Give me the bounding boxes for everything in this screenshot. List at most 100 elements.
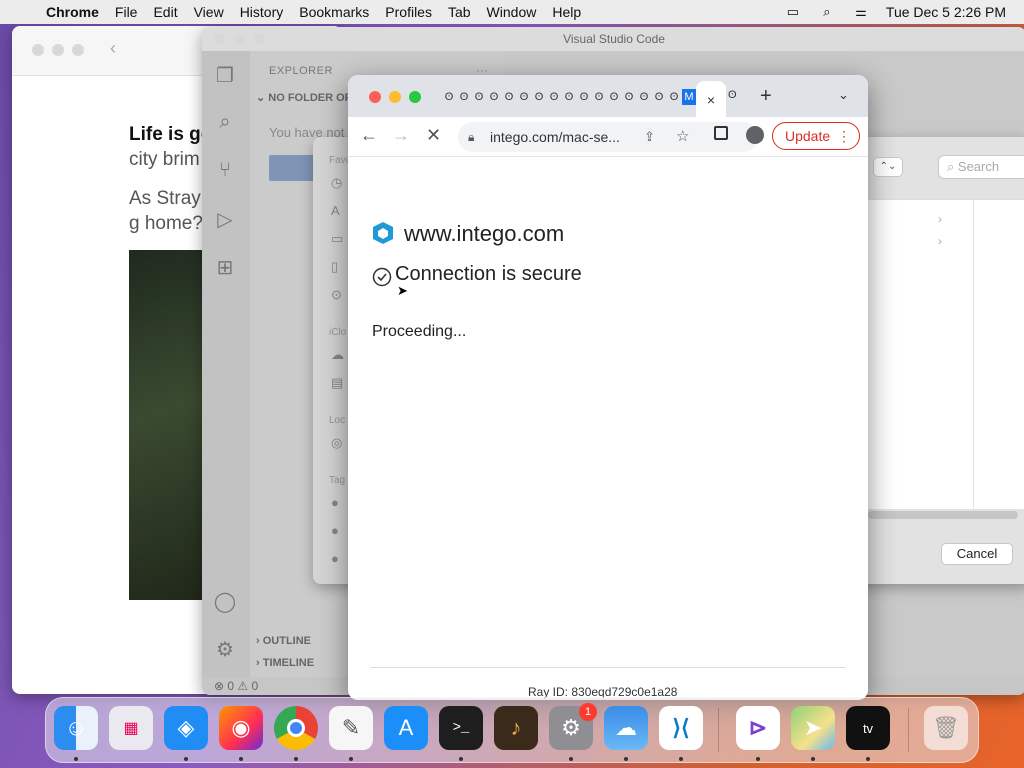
visual-studio-app-icon[interactable]: ⊳ [736, 706, 780, 750]
menu-profiles[interactable]: Profiles [377, 4, 440, 20]
share-icon[interactable]: ⇪ [644, 122, 655, 152]
tag-dot-icon[interactable]: ● [331, 523, 339, 538]
bookmark-star-icon[interactable]: ☆ [676, 122, 689, 152]
tab-item[interactable]: ʘ [532, 89, 546, 105]
menu-edit[interactable]: Edit [145, 4, 185, 20]
tab-item[interactable]: ʘ [517, 89, 531, 105]
vscode-zoom-button[interactable] [254, 34, 265, 45]
tab-item[interactable]: ʘ [607, 89, 621, 105]
menu-window[interactable]: Window [479, 4, 545, 20]
chrome-close-button[interactable] [369, 91, 381, 103]
search-icon[interactable]: ⌕ [212, 111, 238, 137]
tab-item[interactable]: ʘ [442, 89, 456, 105]
timeline-section[interactable]: › TIMELINE [256, 657, 314, 669]
back-icon[interactable]: ← [360, 125, 378, 146]
account-icon[interactable]: ◯ [212, 589, 238, 615]
problems-status[interactable]: ⊗ 0 ⚠ 0 [214, 679, 258, 693]
documents-icon[interactable]: ▯ [331, 259, 338, 275]
screen-mirror-icon[interactable]: ▭ [776, 4, 810, 20]
chrome-app-icon[interactable] [274, 706, 318, 750]
trash-icon[interactable]: 🗑︎ [924, 706, 968, 750]
close-button[interactable] [32, 44, 44, 56]
terminal-app-icon[interactable]: >_ [439, 706, 483, 750]
menu-tab[interactable]: Tab [440, 4, 479, 20]
tab-item[interactable]: ʘ [562, 89, 576, 105]
tab-item[interactable]: ʘ [667, 89, 681, 105]
cancel-button[interactable]: Cancel [941, 543, 1013, 565]
run-debug-icon[interactable]: ▷ [212, 207, 238, 233]
horizontal-scrollbar[interactable] [868, 511, 1018, 519]
vscode-close-button[interactable] [214, 34, 225, 45]
menu-history[interactable]: History [232, 4, 292, 20]
menu-bookmarks[interactable]: Bookmarks [291, 4, 377, 20]
proceeding-text: Proceeding... [372, 323, 467, 340]
extensions-icon[interactable]: ⊞ [212, 255, 238, 281]
profile-avatar-icon[interactable] [746, 126, 764, 144]
side-panel-icon[interactable] [714, 126, 728, 140]
tag-dot-icon[interactable]: ● [331, 551, 339, 566]
address-bar[interactable]: 🔒︎ intego.com/mac-se... ⇪ ☆ [458, 122, 758, 152]
new-tab-icon[interactable]: + [760, 85, 772, 108]
tab-list: ʘ ʘ ʘ ʘ ʘ ʘ ʘ ʘ ʘ ʘ ʘ ʘ ʘ ʘ ʘ ʘ M [442, 89, 696, 105]
maps-app-icon[interactable]: ➤ [791, 706, 835, 750]
tab-item[interactable]: ʘ [637, 89, 651, 105]
outline-section[interactable]: › OUTLINE [256, 635, 311, 647]
shared-folder-icon[interactable]: ▤ [331, 375, 343, 391]
applications-icon[interactable]: A [331, 203, 340, 218]
menubar-clock[interactable]: Tue Dec 5 2:26 PM [878, 4, 1024, 20]
tag-dot-icon[interactable]: ● [331, 495, 339, 510]
forward-icon[interactable]: → [392, 125, 410, 146]
garageband-app-icon[interactable]: ♪ [494, 706, 538, 750]
app-store-app-icon[interactable]: A [384, 706, 428, 750]
chrome-minimize-button[interactable] [389, 91, 401, 103]
downloads-icon[interactable]: ⊙ [331, 287, 342, 303]
menu-view[interactable]: View [186, 4, 232, 20]
launchpad-app-icon[interactable]: ▦ [109, 706, 153, 750]
icloud-drive-icon[interactable]: ☁ [331, 347, 344, 363]
tab-item[interactable]: ʘ [472, 89, 486, 105]
zoom-button[interactable] [72, 44, 84, 56]
safari-app-icon[interactable]: ◈ [164, 706, 208, 750]
minimize-button[interactable] [52, 44, 64, 56]
weather-app-icon[interactable]: ☁ [604, 706, 648, 750]
stop-loading-icon[interactable]: ✕ [426, 125, 441, 146]
textedit-app-icon[interactable]: ✎ [329, 706, 373, 750]
tab-item[interactable]: ʘ [487, 89, 501, 105]
tab-item[interactable]: ʘ [577, 89, 591, 105]
network-icon[interactable]: ◎ [331, 435, 342, 451]
lock-icon[interactable]: 🔒︎ [468, 122, 474, 152]
close-tab-icon[interactable]: × [696, 81, 726, 117]
tab-item[interactable]: ʘ [502, 89, 516, 105]
menu-app-name[interactable]: Chrome [38, 4, 107, 20]
update-button[interactable]: Update ⋮ [772, 122, 860, 150]
apple-tv-app-icon[interactable]: tv [846, 706, 890, 750]
no-folder-section[interactable]: ⌄ NO FOLDER OP [256, 91, 352, 104]
back-arrow-icon[interactable]: ‹ [110, 38, 116, 59]
column-divider[interactable] [973, 200, 974, 510]
files-icon[interactable]: ❐ [212, 63, 238, 89]
vscode-app-icon[interactable]: ⟩⟨ [659, 706, 703, 750]
desktop-icon[interactable]: ▭ [331, 231, 343, 247]
tab-item[interactable]: ʘ [652, 89, 666, 105]
tab-item[interactable]: ʘ [592, 89, 606, 105]
menu-file[interactable]: File [107, 4, 146, 20]
tab-item-active-favicon[interactable]: M [682, 89, 696, 105]
tab-item[interactable]: ʘ [728, 89, 737, 101]
firefox-app-icon[interactable]: ◉ [219, 706, 263, 750]
vscode-minimize-button[interactable] [234, 34, 245, 45]
tab-item[interactable]: ʘ [547, 89, 561, 105]
control-center-icon[interactable]: ⚌ [844, 4, 878, 20]
dialog-search-input[interactable]: ⌕ Search [938, 155, 1024, 179]
recents-icon[interactable]: ◷ [331, 175, 342, 191]
tab-item[interactable]: ʘ [457, 89, 471, 105]
tab-item[interactable]: ʘ [622, 89, 636, 105]
settings-gear-icon[interactable]: ⚙ [212, 637, 238, 663]
spotlight-search-icon[interactable]: ⌕ [810, 4, 844, 20]
finder-app-icon[interactable]: ☺ [54, 706, 98, 750]
tab-search-chevron-icon[interactable]: ⌄ [838, 87, 849, 103]
source-control-icon[interactable]: ⑂ [212, 159, 238, 185]
location-popup-stepper[interactable]: ⌃⌄ [873, 157, 903, 177]
menu-help[interactable]: Help [544, 4, 589, 20]
kebab-menu-icon[interactable]: ⋮ [837, 123, 851, 149]
chrome-zoom-button[interactable] [409, 91, 421, 103]
